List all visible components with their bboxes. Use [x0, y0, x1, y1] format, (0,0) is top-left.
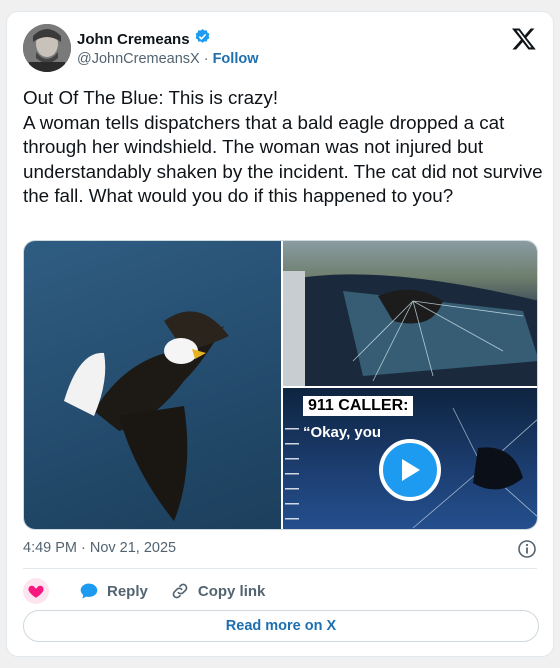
author-handle[interactable]: @JohnCremeansX — [77, 51, 200, 67]
read-more-button[interactable]: Read more on X — [23, 610, 539, 642]
divider — [23, 568, 537, 569]
timestamp[interactable]: 4:49 PM · Nov 21, 2025 — [23, 540, 176, 556]
reply-label: Reply — [107, 582, 148, 600]
tweet-text: Out Of The Blue: This is crazy! A woman … — [23, 87, 543, 206]
heart-icon — [23, 578, 49, 604]
copy-link-label: Copy link — [197, 582, 266, 600]
avatar[interactable] — [23, 24, 71, 72]
video-quote: “Okay, you — [303, 424, 382, 441]
eagle-photo[interactable] — [24, 241, 281, 529]
timestamp-separator: · — [81, 540, 86, 556]
tweet-time: 4:49 PM — [23, 540, 77, 556]
broken-windshield-photo[interactable] — [283, 241, 537, 386]
tweet-date: Nov 21, 2025 — [89, 540, 177, 556]
author-name-row: John Cremeans — [77, 28, 211, 50]
tweet-card: John Cremeans @JohnCremeansX · Follow Ou… — [6, 11, 554, 657]
info-icon[interactable] — [517, 539, 537, 559]
like-button[interactable] — [23, 578, 49, 604]
follow-button[interactable]: Follow — [213, 51, 259, 67]
copy-link-button[interactable]: Copy link — [170, 581, 266, 601]
x-logo-icon[interactable] — [511, 26, 537, 52]
separator-dot: · — [203, 51, 209, 67]
author-handle-row: @JohnCremeansX · Follow — [77, 51, 259, 67]
reply-bubble-icon — [79, 581, 99, 601]
link-icon — [170, 581, 190, 601]
reply-button[interactable]: Reply — [79, 581, 148, 601]
play-icon[interactable] — [379, 439, 441, 501]
action-bar: Reply Copy link — [23, 578, 287, 604]
author-name[interactable]: John Cremeans — [77, 31, 190, 48]
verified-badge-icon — [194, 28, 211, 50]
media-grid: 911 CALLER: “Okay, you — [23, 240, 538, 530]
video-caption: 911 CALLER: — [303, 396, 414, 416]
